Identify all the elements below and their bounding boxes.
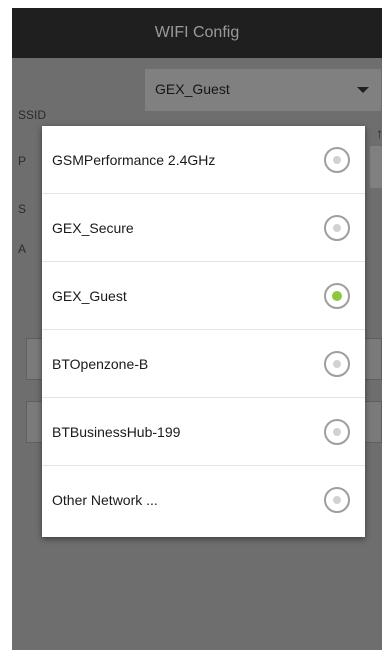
ssid-label: SSID [18, 108, 47, 122]
advanced-label: A [18, 242, 27, 256]
up-arrow-icon: ↑ [376, 125, 382, 141]
radio-checked-icon[interactable] [324, 283, 350, 309]
network-option-selected[interactable]: GEX_Guest [42, 262, 365, 330]
title-bar: WIFI Config [12, 8, 382, 58]
password-label: P [18, 154, 27, 168]
radio-unchecked-icon[interactable] [324, 487, 350, 513]
network-picker-dialog: GSMPerformance 2.4GHz GEX_Secure GEX_Gue… [42, 126, 365, 537]
network-option-label: BTOpenzone-B [52, 356, 149, 372]
radio-unchecked-icon[interactable] [324, 147, 350, 173]
network-option-label: GEX_Guest [52, 288, 127, 304]
password-field[interactable] [370, 146, 382, 188]
ssid-dropdown[interactable]: GEX_Guest [145, 69, 381, 111]
chevron-down-icon [357, 87, 369, 93]
network-option[interactable]: BTOpenzone-B [42, 330, 365, 398]
network-option-label: BTBusinessHub-199 [52, 424, 181, 440]
network-option[interactable]: GEX_Secure [42, 194, 365, 262]
ssid-selected-value: GEX_Guest [155, 81, 230, 97]
radio-unchecked-icon[interactable] [324, 419, 350, 445]
network-option[interactable]: BTBusinessHub-199 [42, 398, 365, 466]
network-option[interactable]: GSMPerformance 2.4GHz [42, 126, 365, 194]
radio-unchecked-icon[interactable] [324, 351, 350, 377]
security-label: S [18, 202, 27, 216]
network-option-label: GSMPerformance 2.4GHz [52, 152, 216, 168]
network-option[interactable]: Other Network ... [42, 466, 365, 534]
page-title: WIFI Config [154, 24, 240, 41]
network-option-label: Other Network ... [52, 492, 158, 508]
radio-unchecked-icon[interactable] [324, 215, 350, 241]
network-option-label: GEX_Secure [52, 220, 134, 236]
